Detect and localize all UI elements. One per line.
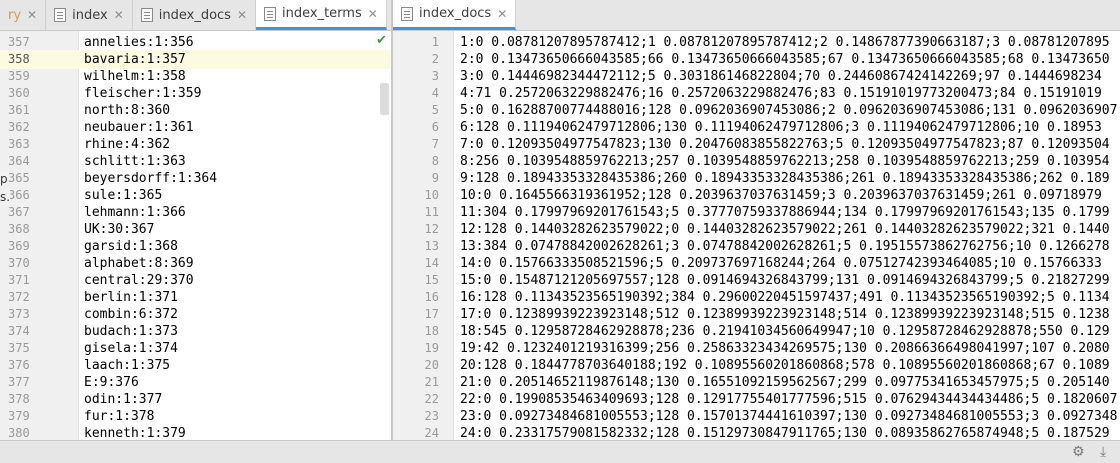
tab-label: index_terms [282,6,362,21]
file-icon [54,8,67,22]
tab-label: index_docs [419,6,492,21]
download-icon[interactable]: ⤓ [1100,444,1106,460]
right-tab-bar: index_docs ✕ [393,0,1120,31]
close-icon[interactable]: ✕ [27,8,37,22]
close-icon[interactable]: ✕ [368,7,378,21]
gear-icon[interactable]: ⚙ [1072,444,1085,460]
tab-label: index_docs [158,7,231,23]
close-icon[interactable]: ✕ [497,7,507,21]
scrollbar-thumb[interactable] [380,83,389,115]
line-number: 24 [424,426,439,440]
clipped-side-text: s. [0,190,11,204]
status-bar: ⚙ ⤓ [0,440,1120,463]
left-tab-2[interactable]: index_docs ✕ [133,0,257,30]
right-editor-pane[interactable]: 1 1:0 0.08781207895787412;1 0.08781207895… [393,31,1120,440]
file-icon [264,6,277,21]
file-icon [401,6,413,21]
code-line[interactable]: 380 kenneth:1:379 [0,424,391,440]
left-tab-1[interactable]: index ✕ [46,0,133,30]
line-number: 380 [8,426,30,440]
clipped-side-text: p [0,172,8,186]
line-text: 24:0 0.23317579081582332;128 0.151297308… [460,426,1110,440]
file-icon [140,8,153,22]
close-icon[interactable]: ✕ [114,8,124,22]
right-tab-0[interactable]: index_docs ✕ [393,0,517,30]
left-tab-3[interactable]: index_terms ✕ [256,0,387,30]
tab-label: ry [8,7,22,23]
left-editor-pane[interactable]: 357 annelies:1:356 358 bavaria:1:357 359 wilh… [0,31,391,440]
check-icon: ✔ [376,33,387,48]
left-tab-bar: ry✕index✕index_docs✕index_terms✕▾≡7 [0,0,392,31]
left-tab-0[interactable]: ry ✕ [0,0,47,30]
close-icon[interactable]: ✕ [237,8,247,22]
tab-label: index [72,7,108,23]
code-line[interactable]: 24 24:0 0.23317579081582332;128 0.1512973… [393,424,1120,440]
line-text: kenneth:1:379 [84,426,186,440]
